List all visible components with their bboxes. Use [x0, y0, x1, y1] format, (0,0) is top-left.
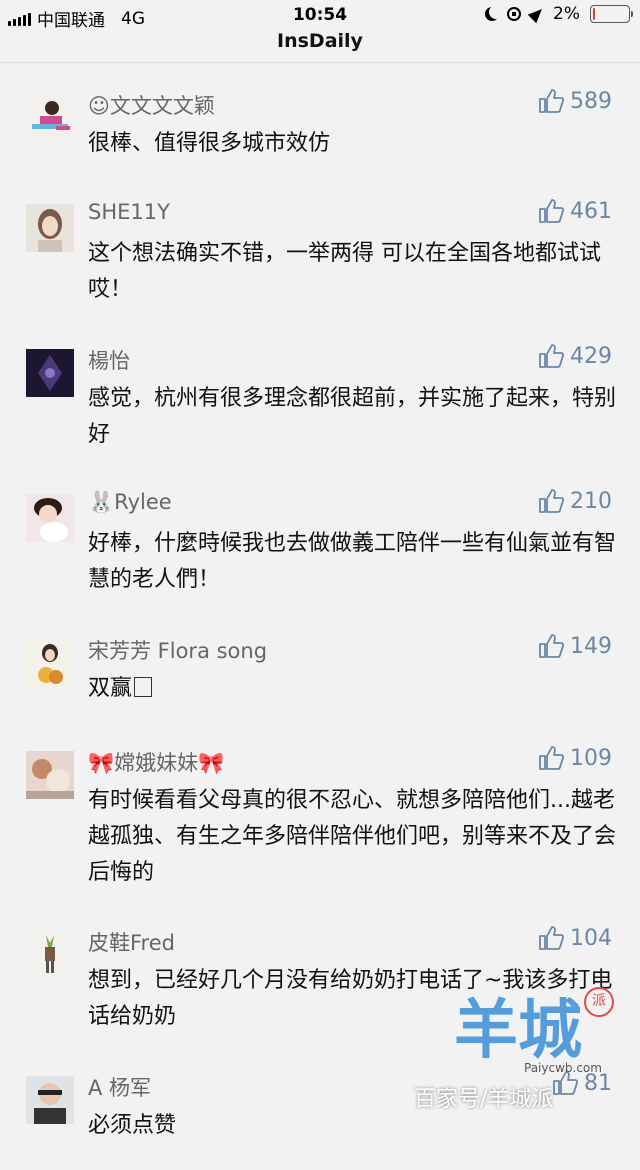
like-count: 589 — [570, 88, 612, 114]
thumbs-up-icon — [539, 746, 564, 770]
moon-icon — [489, 5, 503, 19]
avatar[interactable] — [26, 639, 74, 687]
battery-percent: 2% — [553, 4, 580, 24]
like-button[interactable]: 104 — [538, 925, 612, 951]
like-button[interactable]: 429 — [538, 343, 612, 369]
avatar[interactable] — [26, 349, 74, 397]
thumbs-up-icon — [539, 344, 564, 368]
comment-item: 楊怡 429 感觉，杭州有很多理念都很超前，并实施了起来，特别好 — [0, 323, 640, 468]
like-button[interactable]: 589 — [538, 88, 612, 114]
thumbs-up-icon — [539, 89, 564, 113]
avatar[interactable] — [26, 494, 74, 542]
comment-text: 很棒、值得很多城市效仿 — [88, 131, 331, 156]
comment-author[interactable]: 楊怡 — [88, 345, 130, 375]
status-bar: 中国联通 4G 10:54 2% — [0, 0, 640, 32]
comment-author[interactable]: SHE11Y — [88, 200, 170, 224]
like-count: 461 — [570, 198, 612, 224]
comment-text: 感觉，杭州有很多理念都很超前，并实施了起来，特别好 — [88, 386, 617, 447]
comment-author-name: A 杨军 — [88, 1076, 152, 1100]
thumbs-up-icon — [539, 926, 564, 950]
avatar[interactable] — [26, 204, 74, 252]
like-count: 81 — [584, 1070, 612, 1096]
comment-text: 这个想法确实不错，一举两得 可以在全国各地都试试哎！ — [88, 241, 601, 302]
comment-item: ☺文文文文颖 589 很棒、值得很多城市效仿 — [0, 68, 640, 178]
comment-item: 🐰Rylee 210 好棒，什麼時候我也去做做義工陪伴一些有仙氣並有智慧的老人們… — [0, 468, 640, 613]
comment-author[interactable]: 🎀嫦娥妹妹🎀 — [88, 747, 224, 777]
comment-author[interactable]: ☺文文文文颖 — [88, 90, 215, 120]
comment-text-content: 双赢 — [88, 676, 133, 701]
like-count: 210 — [570, 488, 612, 514]
like-button[interactable]: 210 — [538, 488, 612, 514]
comment-item: SHE11Y 461 这个想法确实不错，一举两得 可以在全国各地都试试哎！ — [0, 178, 640, 323]
avatar[interactable] — [26, 931, 74, 979]
avatar[interactable] — [26, 1076, 74, 1124]
comment-text: 双赢 — [88, 671, 618, 707]
comment-text: 有时候看看父母真的很不忍心、就想多陪陪他们...越老越孤独、有生之年多陪伴陪伴他… — [88, 788, 617, 885]
like-button[interactable]: 81 — [552, 1070, 612, 1096]
comment-author[interactable]: 宋芳芳 Flora song — [88, 635, 267, 665]
comment-list: ☺文文文文颖 589 很棒、值得很多城市效仿 SHE11Y 461 这个想法确实… — [0, 68, 640, 1170]
missing-glyph-box — [134, 677, 153, 697]
location-icon — [527, 4, 547, 24]
like-button[interactable]: 109 — [538, 745, 612, 771]
comment-item: 宋芳芳 Flora song 149 双赢 — [0, 613, 640, 725]
like-count: 429 — [570, 343, 612, 369]
battery-icon — [590, 5, 633, 23]
like-count: 109 — [570, 745, 612, 771]
like-count: 149 — [570, 633, 612, 659]
like-count: 104 — [570, 925, 612, 951]
like-button[interactable]: 461 — [538, 198, 612, 224]
nav-divider — [0, 62, 640, 63]
comment-author[interactable]: 🐰Rylee — [88, 490, 172, 515]
comment-item: 🎀嫦娥妹妹🎀 109 有时候看看父母真的很不忍心、就想多陪陪他们...越老越孤独… — [0, 725, 640, 905]
comment-author[interactable]: A 杨军 — [88, 1072, 151, 1102]
comment-item: A 杨军 81 必须点赞 — [0, 1050, 640, 1170]
thumbs-up-icon — [539, 634, 564, 658]
battery-fill — [593, 8, 595, 20]
comment-author[interactable]: 皮鞋Fred — [88, 927, 175, 957]
comment-text: 好棒，什麼時候我也去做做義工陪伴一些有仙氣並有智慧的老人們！ — [88, 531, 617, 592]
comment-text: 想到，已经好几个月没有给奶奶打电话了~我该多打电话给奶奶 — [88, 968, 613, 1029]
rotation-lock-icon — [507, 7, 522, 21]
status-right: 2% — [483, 4, 633, 24]
comment-item: 皮鞋Fred 104 想到，已经好几个月没有给奶奶打电话了~我该多打电话给奶奶 — [0, 905, 640, 1050]
avatar[interactable] — [26, 751, 74, 799]
thumbs-up-icon — [539, 199, 564, 223]
like-button[interactable]: 149 — [538, 633, 612, 659]
page-title: InsDaily — [277, 30, 363, 52]
thumbs-up-icon — [539, 489, 564, 513]
avatar[interactable] — [26, 94, 74, 142]
thumbs-up-icon — [553, 1071, 578, 1095]
